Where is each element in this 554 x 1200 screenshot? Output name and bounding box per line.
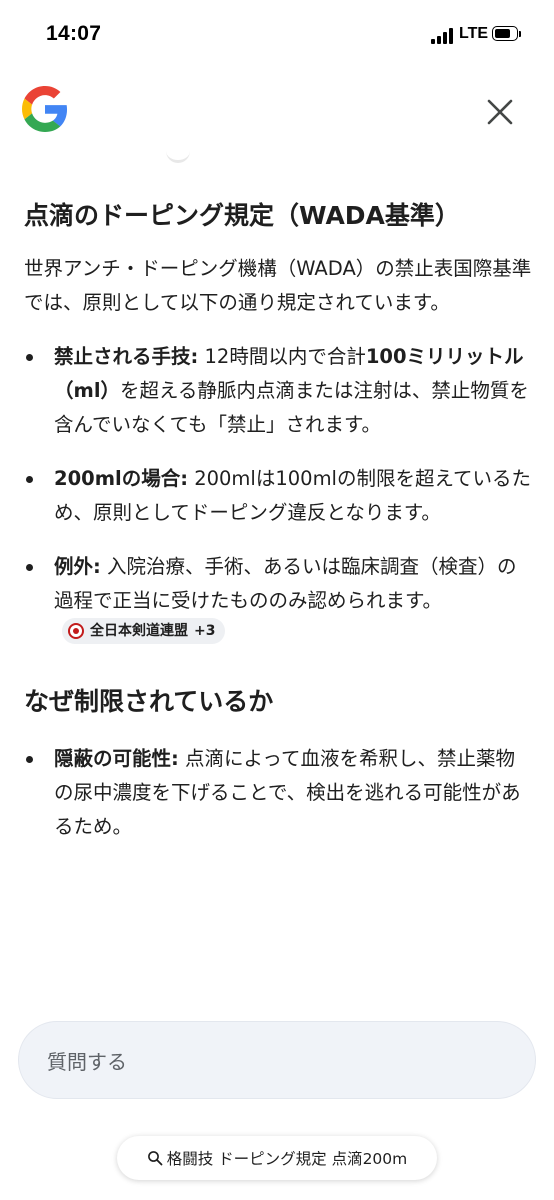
status-bar: 14:07 LTE [0,0,554,70]
section-heading-why: なぜ制限されているか [24,687,274,716]
list-item: 200mlの場合: 200mlは100mlの制限を超えているため、原則としてドー… [24,462,534,530]
search-icon [147,1151,163,1166]
source-name: 全日本剣道連盟 [90,623,188,639]
list-item: 隠蔽の可能性: 点滴によって血液を希釈し、禁止薬物の尿中濃度を下げることで、検出… [24,742,534,844]
list-item: 禁止される手技: 12時間以内で合計100ミリリットル（ml）を超える静脈内点滴… [24,340,534,442]
close-button[interactable] [482,94,518,130]
bullet-label: 200mlの場合: [54,467,189,490]
network-label: LTE [459,25,489,42]
ask-input[interactable]: 質問する [18,1021,536,1099]
source-favicon-icon [68,623,84,639]
ask-placeholder: 質問する [47,1049,127,1074]
bullet-label: 隠蔽の可能性: [54,747,179,770]
intro-paragraph: 世界アンチ・ドーピング機構（WADA）の禁止表国際基準では、原則として以下の通り… [24,257,532,314]
bullet-label: 例外: [54,555,101,578]
bullet-text: を超える静脈内点滴または注射は、禁止物質を含んでいなくても「禁止」されます。 [54,379,529,436]
list-item: 例外: 入院治療、手術、あるいは臨床調査（検査）の過程で正当に受けたもののみ認め… [24,550,534,652]
bullet-label: 禁止される手技: [54,345,199,368]
search-query-chip[interactable]: 格闘技 ドーピング規定 点滴200m [117,1136,437,1180]
source-chip[interactable]: 全日本剣道連盟 +3 [62,618,226,644]
source-count: +3 [194,623,216,639]
content-fade [0,985,554,1025]
rules-list: 禁止される手技: 12時間以内で合計100ミリリットル（ml）を超える静脈内点滴… [24,340,534,652]
signal-icon [431,28,455,44]
battery-icon [492,26,522,43]
search-query-text: 格闘技 ドーピング規定 点滴200m [166,1150,408,1168]
section-heading-wada: 点滴のドーピング規定（WADA基準） [24,201,460,230]
ai-answer: 点滴のドーピング規定（WADA基準） 世界アンチ・ドーピング機構（WADA）の禁… [24,196,534,864]
bullet-text: 入院治療、手術、あるいは臨床調査（検査）の過程で正当に受けたもののみ認められます… [54,555,517,612]
reasons-list: 隠蔽の可能性: 点滴によって血液を希釈し、禁止薬物の尿中濃度を下げることで、検出… [24,742,534,844]
status-time: 14:07 [46,22,102,45]
bullet-text: 12時間以内で合計 [198,345,366,368]
google-g-icon [22,86,68,132]
scroll-hint [166,150,190,163]
close-icon [487,99,513,125]
